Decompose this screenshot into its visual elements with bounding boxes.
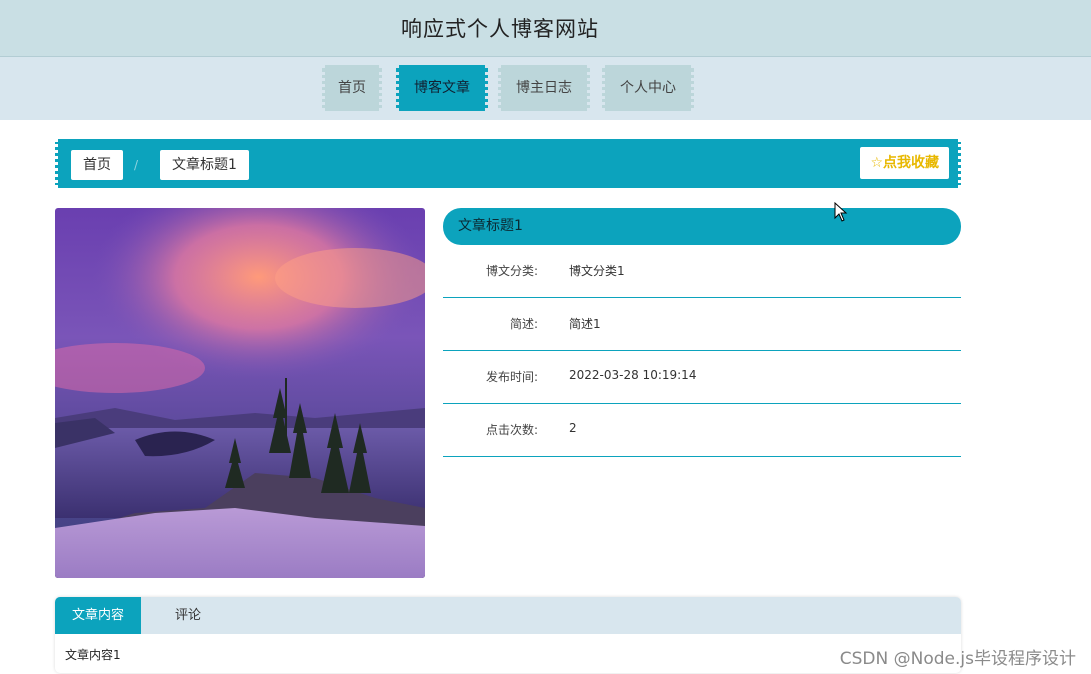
info-row-summary: 简述: 简述1 — [443, 299, 961, 351]
info-label: 简述: — [509, 317, 538, 331]
breadcrumb-home[interactable]: 首页 — [71, 150, 123, 180]
favorite-button[interactable]: ☆点我收藏 — [860, 147, 949, 179]
star-outline-icon: ☆ — [870, 155, 883, 171]
tab-comments[interactable]: 评论 — [151, 597, 225, 634]
article-content-text: 文章内容1 — [65, 648, 121, 662]
mouse-cursor-icon — [834, 201, 848, 226]
favorite-label: 点我收藏 — [883, 155, 939, 171]
info-value: 博文分类1 — [569, 264, 625, 278]
nav-item-personal-center[interactable]: 个人中心 — [602, 65, 694, 111]
breadcrumb-current[interactable]: 文章标题1 — [160, 150, 249, 180]
nav-item-blogger-log[interactable]: 博主日志 — [498, 65, 590, 111]
site-title: 响应式个人博客网站 — [401, 17, 599, 41]
info-row-click-count: 点击次数: 2 — [443, 405, 961, 457]
nav-item-blog-articles[interactable]: 博客文章 — [396, 65, 488, 111]
breadcrumb-separator: / — [134, 158, 139, 172]
info-row-publish-time: 发布时间: 2022-03-28 10:19:14 — [443, 352, 961, 404]
info-value: 2022-03-28 10:19:14 — [569, 368, 697, 382]
info-value: 简述1 — [569, 317, 601, 331]
breadcrumb: 首页 / 文章标题1 ☆点我收藏 — [55, 139, 961, 188]
site-header: 响应式个人博客网站 — [0, 0, 1091, 57]
info-label: 发布时间: — [485, 370, 538, 384]
content-tabs: 文章内容 评论 — [55, 597, 961, 634]
info-value: 2 — [569, 421, 577, 435]
article-content-panel: 文章内容 评论 文章内容1 — [55, 597, 961, 673]
info-label: 点击次数: — [485, 423, 538, 437]
watermark: CSDN @Node.js毕设程序设计 — [839, 649, 1076, 669]
article-cover-image — [55, 208, 425, 578]
tab-article-content[interactable]: 文章内容 — [55, 597, 141, 634]
main-nav: 首页 博客文章 博主日志 个人中心 — [0, 57, 1091, 120]
info-label: 博文分类: — [485, 264, 538, 278]
article-title: 文章标题1 — [443, 208, 961, 245]
info-row-category: 博文分类: 博文分类1 — [443, 246, 961, 298]
nav-item-home[interactable]: 首页 — [322, 65, 382, 111]
